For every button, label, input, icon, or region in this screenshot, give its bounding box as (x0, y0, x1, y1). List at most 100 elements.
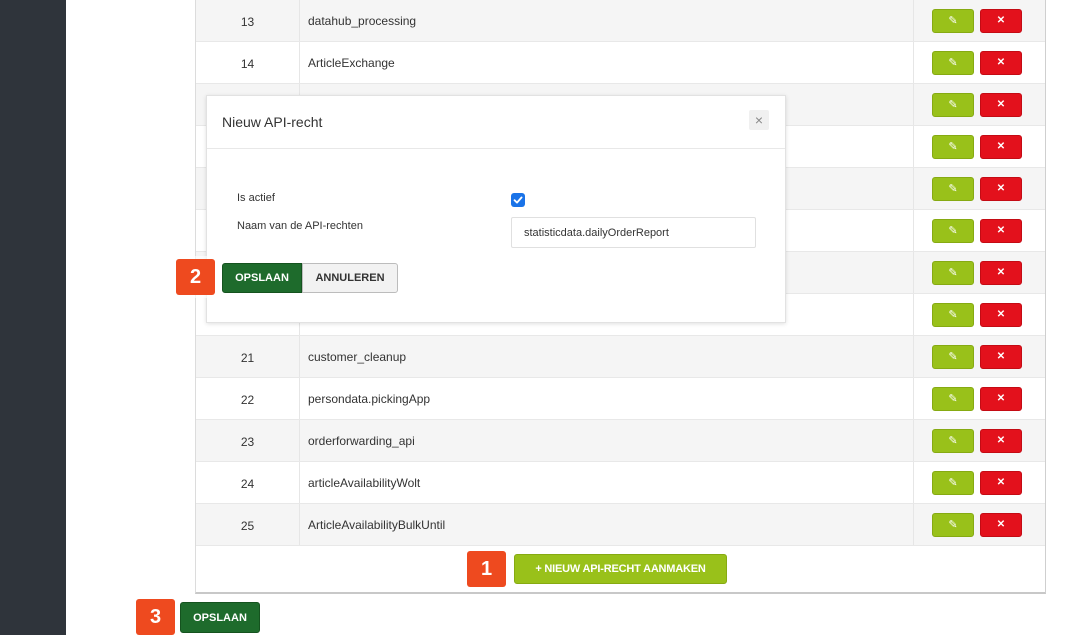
sidebar (0, 0, 66, 635)
table-row: 14 ArticleExchange ✎ ✕ (196, 42, 1045, 84)
modal-cancel-button[interactable]: ANNULEREN (302, 263, 398, 293)
delete-button[interactable]: ✕ (980, 344, 1022, 369)
delete-button[interactable]: ✕ (980, 134, 1022, 159)
is-active-checkbox[interactable] (511, 193, 525, 207)
close-icon: ✕ (996, 267, 1006, 278)
pencil-icon: ✎ (948, 393, 958, 405)
pencil-icon: ✎ (948, 57, 958, 69)
close-icon: ✕ (996, 57, 1006, 68)
edit-button[interactable]: ✎ (932, 470, 974, 495)
row-name: ArticleExchange (300, 42, 914, 83)
edit-button[interactable]: ✎ (932, 218, 974, 243)
close-icon: ✕ (996, 309, 1006, 320)
table-row: 13 datahub_processing ✎ ✕ (196, 0, 1045, 42)
edit-button[interactable]: ✎ (932, 428, 974, 453)
close-icon: ✕ (996, 183, 1006, 194)
row-id: 25 (196, 504, 300, 545)
pencil-icon: ✎ (948, 141, 958, 153)
row-id: 14 (196, 42, 300, 83)
row-actions: ✎ ✕ (914, 504, 1045, 545)
pencil-icon: ✎ (948, 15, 958, 27)
row-name: articleAvailabilityWolt (300, 462, 914, 503)
close-icon: ✕ (996, 477, 1006, 488)
pencil-icon: ✎ (948, 477, 958, 489)
edit-button[interactable]: ✎ (932, 386, 974, 411)
edit-button[interactable]: ✎ (932, 260, 974, 285)
close-icon: ✕ (996, 435, 1006, 446)
modal-title: Nieuw API-recht (222, 114, 323, 130)
new-api-right-button[interactable]: + NIEUW API-RECHT AANMAKEN (514, 554, 727, 584)
step-marker-2: 2 (176, 259, 215, 295)
pencil-icon: ✎ (948, 183, 958, 195)
pencil-icon: ✎ (948, 519, 958, 531)
edit-button[interactable]: ✎ (932, 92, 974, 117)
step-marker-1: 1 (467, 551, 506, 587)
row-name: ArticleAvailabilityBulkUntil (300, 504, 914, 545)
pencil-icon: ✎ (948, 309, 958, 321)
delete-button[interactable]: ✕ (980, 302, 1022, 327)
delete-button[interactable]: ✕ (980, 50, 1022, 75)
row-actions: ✎ ✕ (914, 294, 1045, 335)
row-actions: ✎ ✕ (914, 378, 1045, 419)
close-icon: ✕ (996, 393, 1006, 404)
edit-button[interactable]: ✎ (932, 302, 974, 327)
row-id: 23 (196, 420, 300, 461)
close-icon[interactable]: × (749, 110, 769, 130)
row-name: customer_cleanup (300, 336, 914, 377)
row-actions: ✎ ✕ (914, 168, 1045, 209)
row-id: 22 (196, 378, 300, 419)
edit-button[interactable]: ✎ (932, 134, 974, 159)
step-marker-3: 3 (136, 599, 175, 635)
edit-button[interactable]: ✎ (932, 344, 974, 369)
delete-button[interactable]: ✕ (980, 176, 1022, 201)
close-icon: ✕ (996, 141, 1006, 152)
edit-button[interactable]: ✎ (932, 50, 974, 75)
row-id: 24 (196, 462, 300, 503)
save-button[interactable]: OPSLAAN (180, 602, 260, 633)
close-icon: ✕ (996, 351, 1006, 362)
row-actions: ✎ ✕ (914, 462, 1045, 503)
edit-button[interactable]: ✎ (932, 176, 974, 201)
pencil-icon: ✎ (948, 435, 958, 447)
table-row: 21 customer_cleanup ✎ ✕ (196, 336, 1045, 378)
close-icon: ✕ (996, 519, 1006, 530)
pencil-icon: ✎ (948, 351, 958, 363)
delete-button[interactable]: ✕ (980, 8, 1022, 33)
api-right-name-input[interactable] (511, 217, 756, 248)
row-name: datahub_processing (300, 0, 914, 41)
edit-button[interactable]: ✎ (932, 8, 974, 33)
close-icon: ✕ (996, 99, 1006, 110)
close-icon: ✕ (996, 225, 1006, 236)
row-actions: ✎ ✕ (914, 336, 1045, 377)
pencil-icon: ✎ (948, 225, 958, 237)
delete-button[interactable]: ✕ (980, 92, 1022, 117)
table-row: 25 ArticleAvailabilityBulkUntil ✎ ✕ (196, 504, 1045, 546)
delete-button[interactable]: ✕ (980, 470, 1022, 495)
row-actions: ✎ ✕ (914, 42, 1045, 83)
table-row: 23 orderforwarding_api ✎ ✕ (196, 420, 1045, 462)
row-name: orderforwarding_api (300, 420, 914, 461)
edit-button[interactable]: ✎ (932, 512, 974, 537)
new-api-right-modal: Nieuw API-recht × Is actief Naam van de … (206, 95, 786, 323)
table-footer: + NIEUW API-RECHT AANMAKEN (196, 546, 1045, 592)
row-actions: ✎ ✕ (914, 210, 1045, 251)
row-actions: ✎ ✕ (914, 126, 1045, 167)
table-row: 24 articleAvailabilityWolt ✎ ✕ (196, 462, 1045, 504)
delete-button[interactable]: ✕ (980, 218, 1022, 243)
pencil-icon: ✎ (948, 99, 958, 111)
delete-button[interactable]: ✕ (980, 428, 1022, 453)
modal-save-button[interactable]: OPSLAAN (222, 263, 302, 293)
delete-button[interactable]: ✕ (980, 386, 1022, 411)
delete-button[interactable]: ✕ (980, 260, 1022, 285)
is-active-label: Is actief (237, 192, 275, 204)
row-name: persondata.pickingApp (300, 378, 914, 419)
row-actions: ✎ ✕ (914, 84, 1045, 125)
close-icon: ✕ (996, 15, 1006, 26)
checkmark-icon (513, 196, 523, 204)
row-actions: ✎ ✕ (914, 420, 1045, 461)
pencil-icon: ✎ (948, 267, 958, 279)
row-actions: ✎ ✕ (914, 0, 1045, 41)
api-right-name-label: Naam van de API-rechten (237, 220, 363, 232)
delete-button[interactable]: ✕ (980, 512, 1022, 537)
modal-header: Nieuw API-recht × (207, 96, 785, 149)
